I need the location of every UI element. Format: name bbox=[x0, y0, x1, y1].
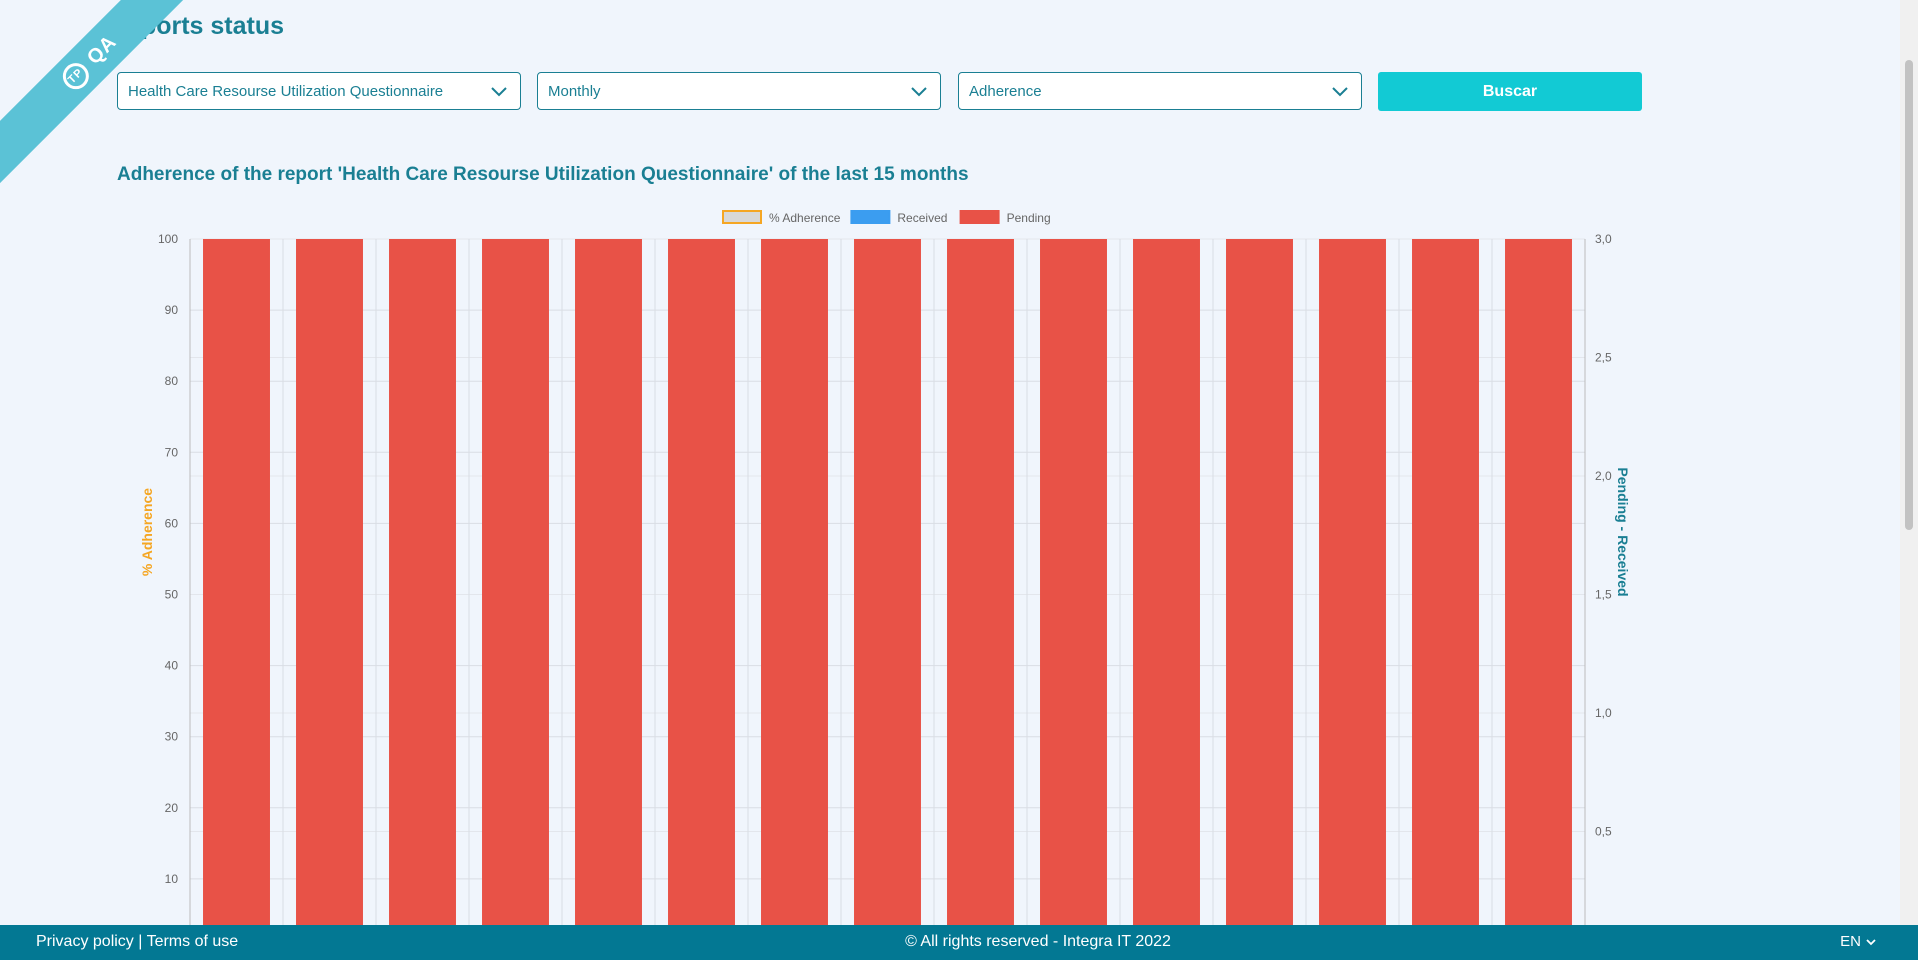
y-left-tick-label: 100 bbox=[158, 232, 178, 246]
scrollbar-thumb[interactable] bbox=[1905, 60, 1913, 530]
bar-pending bbox=[947, 239, 1014, 925]
vertical-scrollbar[interactable] bbox=[1900, 0, 1918, 925]
bar-pending bbox=[389, 239, 456, 925]
y-left-tick-label: 60 bbox=[165, 516, 179, 530]
chevron-down-icon bbox=[1332, 87, 1348, 97]
period-select-value: Monthly bbox=[548, 82, 601, 100]
y-left-tick-label: 70 bbox=[165, 445, 179, 459]
reports-status-page: TP QA Reports status Health Care Resours… bbox=[0, 0, 1918, 960]
metric-select[interactable]: Adherence bbox=[958, 72, 1362, 110]
legend-swatch bbox=[722, 210, 762, 224]
bar-pending bbox=[1505, 239, 1572, 925]
y-left-tick-label: 10 bbox=[165, 872, 179, 886]
legend-swatch bbox=[850, 210, 891, 224]
y-right-axis-title: Pending - Received bbox=[1615, 467, 1631, 596]
y-left-tick-label: 50 bbox=[165, 588, 179, 602]
tp-logo-badge: TP bbox=[57, 57, 95, 95]
search-button[interactable]: Buscar bbox=[1378, 72, 1642, 111]
chart-title: Adherence of the report 'Health Care Res… bbox=[117, 164, 969, 185]
y-right-tick-label: 3,0 bbox=[1595, 232, 1612, 246]
bar-pending bbox=[854, 239, 921, 925]
bar-pending bbox=[668, 239, 735, 925]
bar-pending bbox=[1226, 239, 1293, 925]
y-right-tick-label: 2,0 bbox=[1595, 469, 1612, 483]
y-right-tick-label: 1,5 bbox=[1595, 588, 1612, 602]
copyright-text: © All rights reserved - Integra IT 2022 bbox=[905, 933, 1171, 950]
bar-pending bbox=[203, 239, 270, 925]
y-right-tick-label: 0,5 bbox=[1595, 825, 1612, 839]
bar-pending bbox=[575, 239, 642, 925]
y-right-tick-label: 2,5 bbox=[1595, 351, 1612, 365]
chevron-down-icon bbox=[1866, 938, 1876, 945]
legend-label: Pending bbox=[1007, 211, 1051, 225]
legend-label: % Adherence bbox=[769, 211, 841, 225]
env-label: QA bbox=[82, 30, 121, 69]
y-left-tick-label: 20 bbox=[165, 801, 179, 815]
bar-pending bbox=[761, 239, 828, 925]
period-select[interactable]: Monthly bbox=[537, 72, 941, 110]
report-select[interactable]: Health Care Resourse Utilization Questio… bbox=[117, 72, 521, 110]
report-select-value: Health Care Resourse Utilization Questio… bbox=[128, 82, 444, 100]
y-left-tick-label: 40 bbox=[165, 659, 179, 673]
bar-pending bbox=[296, 239, 363, 925]
footer: Privacy policy | Terms of use © All righ… bbox=[0, 925, 1918, 960]
chevron-down-icon bbox=[491, 87, 507, 97]
bar-pending bbox=[482, 239, 549, 925]
legend-label: Received bbox=[897, 211, 947, 225]
bar-pending bbox=[1412, 239, 1479, 925]
y-left-tick-label: 80 bbox=[165, 374, 179, 388]
y-left-tick-label: 30 bbox=[165, 730, 179, 744]
y-left-axis-title: % Adherence bbox=[139, 488, 155, 576]
bar-pending bbox=[1319, 239, 1386, 925]
bar-pending bbox=[1040, 239, 1107, 925]
adherence-chart: 100 90 80 70 60 50 40 30 20 10 3,0 2,5 2,0 1,5 1,0 0,5%… bbox=[139, 210, 1631, 925]
language-selector[interactable]: EN bbox=[1840, 933, 1876, 950]
bar-pending bbox=[1133, 239, 1200, 925]
metric-select-value: Adherence bbox=[969, 82, 1042, 100]
y-left-tick-label: 90 bbox=[165, 303, 179, 317]
language-label: EN bbox=[1840, 933, 1861, 950]
legend-swatch bbox=[959, 210, 1000, 224]
chevron-down-icon bbox=[911, 87, 927, 97]
y-right-tick-label: 1,0 bbox=[1595, 706, 1612, 720]
